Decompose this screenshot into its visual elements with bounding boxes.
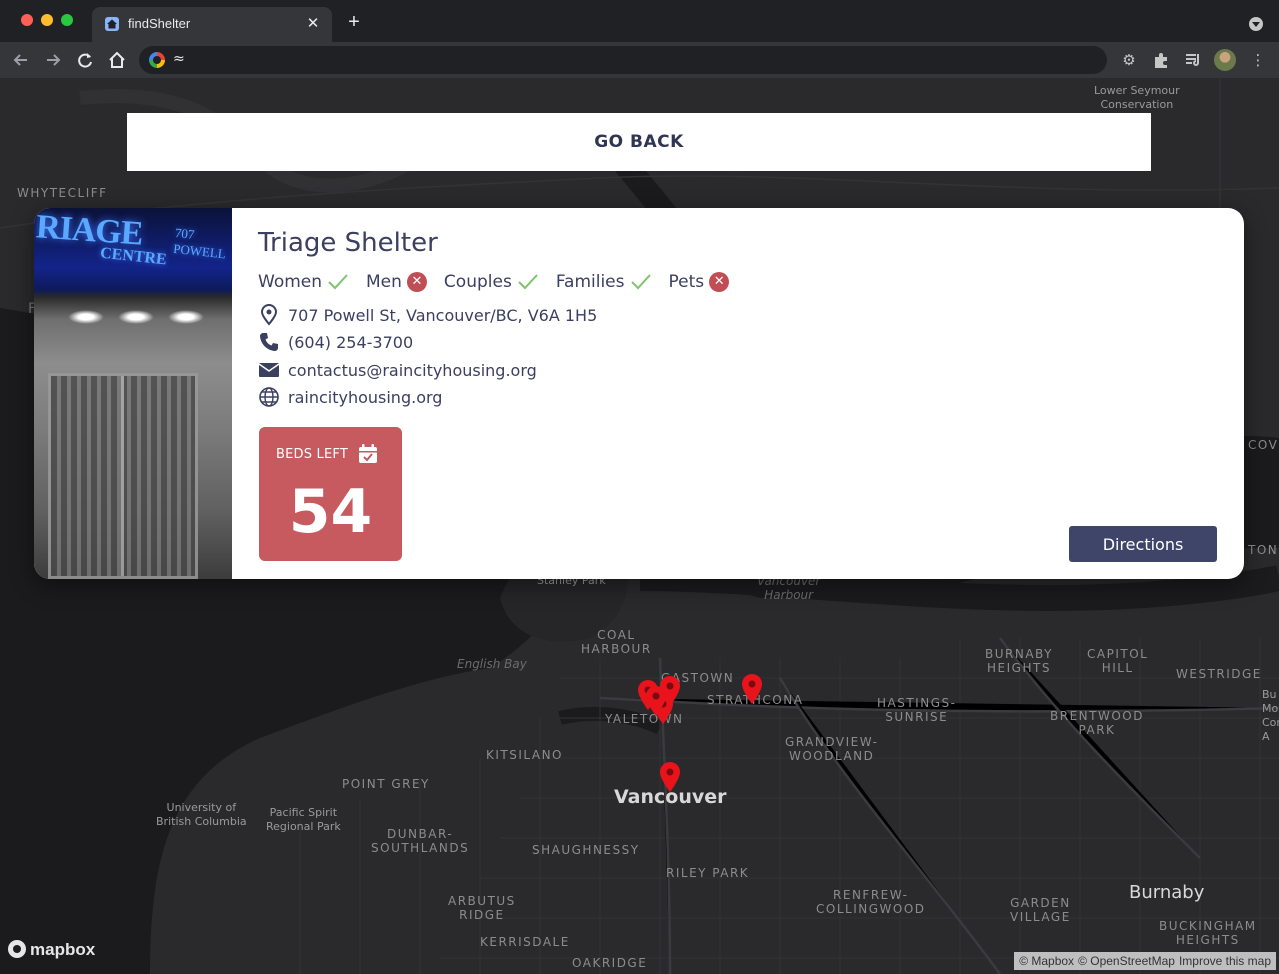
map-label-arbutus: ARBUTUS RIDGE <box>448 894 516 922</box>
tag-label: Women <box>258 272 323 292</box>
tag-couples: Couples <box>444 272 539 292</box>
address-bar[interactable]: ≈ <box>139 46 1107 74</box>
tag-pets: Pets ✕ <box>669 272 730 292</box>
accepts-list: Women Men ✕ Couples Families Pets ✕ <box>258 272 746 292</box>
globe-icon <box>259 387 279 407</box>
map-label-westridge: WESTRIDGE <box>1176 667 1262 681</box>
mail-icon <box>258 363 280 377</box>
map-label-shaughnessy: SHAUGHNESSY <box>532 843 640 857</box>
map-label-pacific-spirit: Pacific Spirit Regional Park <box>266 806 341 833</box>
beds-left-box: BEDS LEFT 54 <box>259 427 402 561</box>
map-label-hastings: HASTINGS- SUNRISE <box>877 696 957 724</box>
beds-left-count: 54 <box>288 477 373 547</box>
shelter-name: Triage Shelter <box>258 228 438 258</box>
forward-icon[interactable] <box>42 49 64 71</box>
settings-icon[interactable]: ⚙ <box>1119 50 1139 70</box>
close-window-button[interactable] <box>21 14 33 26</box>
map-label-burnaby: Burnaby <box>1129 882 1205 903</box>
media-icon[interactable] <box>1183 50 1203 70</box>
map-label-buckingham: BUCKINGHAM HEIGHTS <box>1159 919 1257 947</box>
website-row: raincityhousing.org <box>258 386 442 408</box>
shelter-card: RIAGE 707 POWELL CENTRE Triage Shelter W… <box>34 208 1244 579</box>
phone-icon <box>260 333 278 351</box>
attribution-improve-link[interactable]: Improve this map <box>1179 954 1271 968</box>
map-label-grandview: GRANDVIEW- WOODLAND <box>785 735 879 763</box>
google-icon <box>149 52 165 68</box>
cross-icon: ✕ <box>406 272 427 292</box>
address-text: 707 Powell St, Vancouver/BC, V6A 1H5 <box>288 305 598 325</box>
profile-avatar[interactable] <box>1214 49 1236 71</box>
directions-button[interactable]: Directions <box>1069 526 1217 562</box>
extensions-icon[interactable] <box>1151 50 1171 70</box>
check-icon <box>630 274 651 290</box>
tab-search-icon[interactable] <box>1249 17 1263 31</box>
tag-label: Pets <box>668 272 705 292</box>
reload-icon[interactable] <box>74 49 96 71</box>
tag-women: Women <box>258 272 349 292</box>
home-favicon-icon <box>105 17 119 31</box>
mapbox-icon <box>8 940 26 958</box>
calendar-check-icon <box>359 444 377 463</box>
tag-label: Men <box>366 272 402 292</box>
map-label-brentwood: BRENTWOOD PARK <box>1050 709 1144 737</box>
browser-tab-bar: findShelter ✕ + <box>0 0 1279 42</box>
beds-left-label: BEDS LEFT <box>276 447 348 462</box>
email-row: contactus@raincityhousing.org <box>258 359 537 381</box>
tab-title: findShelter <box>128 16 191 31</box>
tag-label: Families <box>555 272 625 292</box>
browser-tab[interactable]: findShelter ✕ <box>92 7 332 42</box>
map-label-ton: TON <box>1248 543 1279 557</box>
shelter-photo: RIAGE 707 POWELL CENTRE <box>34 208 232 579</box>
map-label-cove: COVE <box>1248 438 1279 452</box>
map-label-riley-park: RILEY PARK <box>666 866 750 880</box>
check-icon <box>518 274 538 290</box>
check-icon <box>328 274 348 290</box>
map-label-capitol-hill: CAPITOL HILL <box>1087 647 1149 675</box>
attribution-mapbox-link[interactable]: © Mapbox <box>1019 954 1074 968</box>
map-label-ubc: University of British Columbia <box>156 801 247 828</box>
attribution-osm-link[interactable]: © OpenStreetMap <box>1078 954 1175 968</box>
go-back-button[interactable]: GO BACK <box>127 113 1151 171</box>
map-label-bu: Bu Mo Cons A <box>1262 688 1279 743</box>
map-pin[interactable] <box>741 673 763 705</box>
map-pin[interactable] <box>659 761 681 793</box>
home-icon[interactable] <box>106 49 128 71</box>
map-label-garden-village: GARDEN VILLAGE <box>1010 896 1071 924</box>
map-pin[interactable] <box>645 685 667 717</box>
browser-toolbar: ≈ ⚙ ⋮ <box>0 42 1279 78</box>
map-label-dunbar: DUNBAR- SOUTHLANDS <box>371 827 470 855</box>
location-pin-icon <box>260 304 278 326</box>
address-row: 707 Powell St, Vancouver/BC, V6A 1H5 <box>258 304 597 326</box>
map-label-burnaby-heights: BURNABY HEIGHTS <box>985 647 1053 675</box>
url-text[interactable]: ≈ <box>173 51 185 67</box>
phone-text[interactable]: (604) 254-3700 <box>288 333 413 352</box>
tag-men: Men ✕ <box>366 272 427 292</box>
tag-families: Families <box>556 272 652 292</box>
maximize-window-button[interactable] <box>61 14 73 26</box>
map-label-whytecliff: WHYTECLIFF <box>17 186 108 200</box>
tab-close-icon[interactable]: ✕ <box>304 14 322 32</box>
website-link[interactable]: raincityhousing.org <box>288 388 442 407</box>
new-tab-button[interactable]: + <box>344 12 364 32</box>
minimize-window-button[interactable] <box>41 14 53 26</box>
map-label-kitsilano: KITSILANO <box>486 748 563 762</box>
email-text[interactable]: contactus@raincityhousing.org <box>288 361 537 380</box>
map-label-oakridge: OAKRIDGE <box>572 956 648 970</box>
map-label-kerrisdale: KERRISDALE <box>480 935 570 949</box>
tag-label: Couples <box>443 272 512 292</box>
photo-sign-subtext: CENTRE <box>99 244 168 269</box>
phone-row: (604) 254-3700 <box>258 331 413 353</box>
map-attribution: © Mapbox © OpenStreetMap Improve this map <box>1014 952 1276 970</box>
photo-sign-address: 707 POWELL <box>172 225 227 262</box>
map-label-renfrew: RENFREW- COLLINGWOOD <box>816 888 926 916</box>
photo-door <box>48 373 198 579</box>
map-label-point-grey: POINT GREY <box>342 777 430 791</box>
menu-icon[interactable]: ⋮ <box>1248 50 1268 70</box>
map-label-english-bay: English Bay <box>457 657 527 671</box>
back-icon[interactable] <box>10 49 32 71</box>
mapbox-logo[interactable]: mapbox <box>8 940 95 960</box>
cross-icon: ✕ <box>709 272 730 292</box>
map-label-coal-harbour: COAL HARBOUR <box>581 628 652 656</box>
mapbox-logo-text: mapbox <box>30 940 96 959</box>
